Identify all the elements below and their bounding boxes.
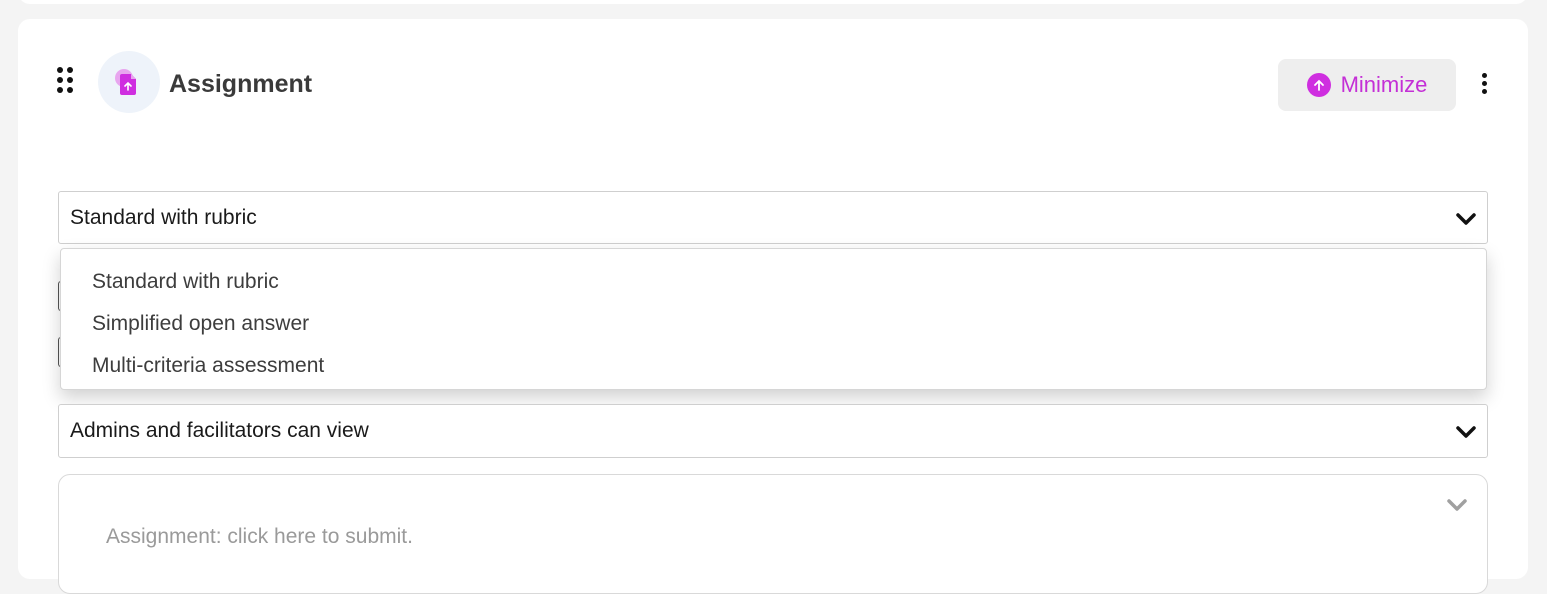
vertical-dots-icon[interactable]: [1476, 73, 1492, 97]
arrow-up-circle-icon: [1306, 73, 1331, 97]
assignment-submit-area[interactable]: Assignment: click here to submit.: [58, 474, 1488, 594]
minimize-button[interactable]: Minimize: [1278, 59, 1456, 111]
drag-handle-icon[interactable]: [57, 67, 75, 97]
assignment-type-dropdown: Standard with rubric Simplified open ans…: [60, 248, 1487, 390]
chevron-down-icon: [1455, 209, 1477, 233]
chevron-down-icon: [1455, 422, 1477, 446]
assignment-type-selected: Standard with rubric: [70, 205, 257, 229]
visibility-selected: Admins and facilitators can view: [70, 419, 369, 442]
dropdown-option[interactable]: Multi-criteria assessment: [61, 345, 1486, 387]
previous-card-edge: [18, 0, 1528, 4]
chevron-down-icon[interactable]: [1446, 497, 1468, 518]
visibility-select[interactable]: Admins and facilitators can view: [58, 404, 1488, 458]
block-title: Assignment: [169, 70, 313, 98]
assignment-type-select[interactable]: Standard with rubric: [58, 191, 1488, 244]
dropdown-option[interactable]: Simplified open answer: [61, 303, 1486, 345]
assignment-upload-icon: [98, 51, 160, 113]
dropdown-option[interactable]: Standard with rubric: [61, 261, 1486, 303]
submission-placeholder: Assignment: click here to submit.: [106, 525, 413, 548]
minimize-label: Minimize: [1340, 72, 1428, 97]
